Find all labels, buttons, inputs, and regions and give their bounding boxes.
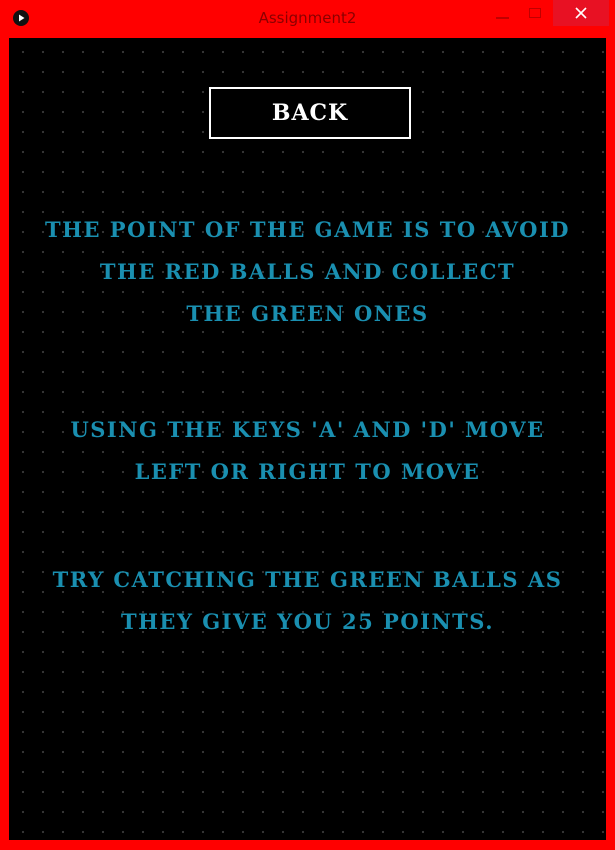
title-bar[interactable]: Assignment2 [0, 0, 615, 38]
instruction-line: THE POINT OF THE GAME IS TO AVOID [45, 217, 570, 242]
game-canvas[interactable]: BACK THE POINT OF THE GAME IS TO AVOID T… [9, 38, 606, 840]
instruction-line: THEY GIVE YOU 25 POINTS. [120, 609, 495, 634]
instruction-line: USING THE KEYS 'A' AND 'D' MOVE [70, 417, 545, 442]
maximize-button[interactable] [520, 0, 552, 26]
instruction-paragraph-controls: USING THE KEYS 'A' AND 'D' MOVE LEFT OR … [9, 409, 606, 493]
minimize-button[interactable] [486, 0, 520, 26]
instruction-line: TRY CATCHING THE GREEN BALLS AS [52, 567, 563, 592]
back-button[interactable]: BACK [209, 87, 411, 139]
instruction-paragraph-scoring: TRY CATCHING THE GREEN BALLS AS THEY GIV… [9, 559, 606, 643]
instruction-line: THE GREEN ONES [186, 301, 429, 326]
instruction-paragraph-objective: THE POINT OF THE GAME IS TO AVOID THE RE… [9, 209, 606, 335]
instruction-line: THE RED BALLS AND COLLECT [99, 259, 516, 284]
maximize-icon [529, 8, 541, 18]
instruction-line: LEFT OR RIGHT TO MOVE [134, 459, 481, 484]
minimize-icon [496, 17, 509, 19]
app-window: Assignment2 BACK THE POINT OF THE GAME I… [0, 0, 615, 850]
close-button[interactable] [553, 0, 609, 26]
close-icon [575, 7, 587, 19]
